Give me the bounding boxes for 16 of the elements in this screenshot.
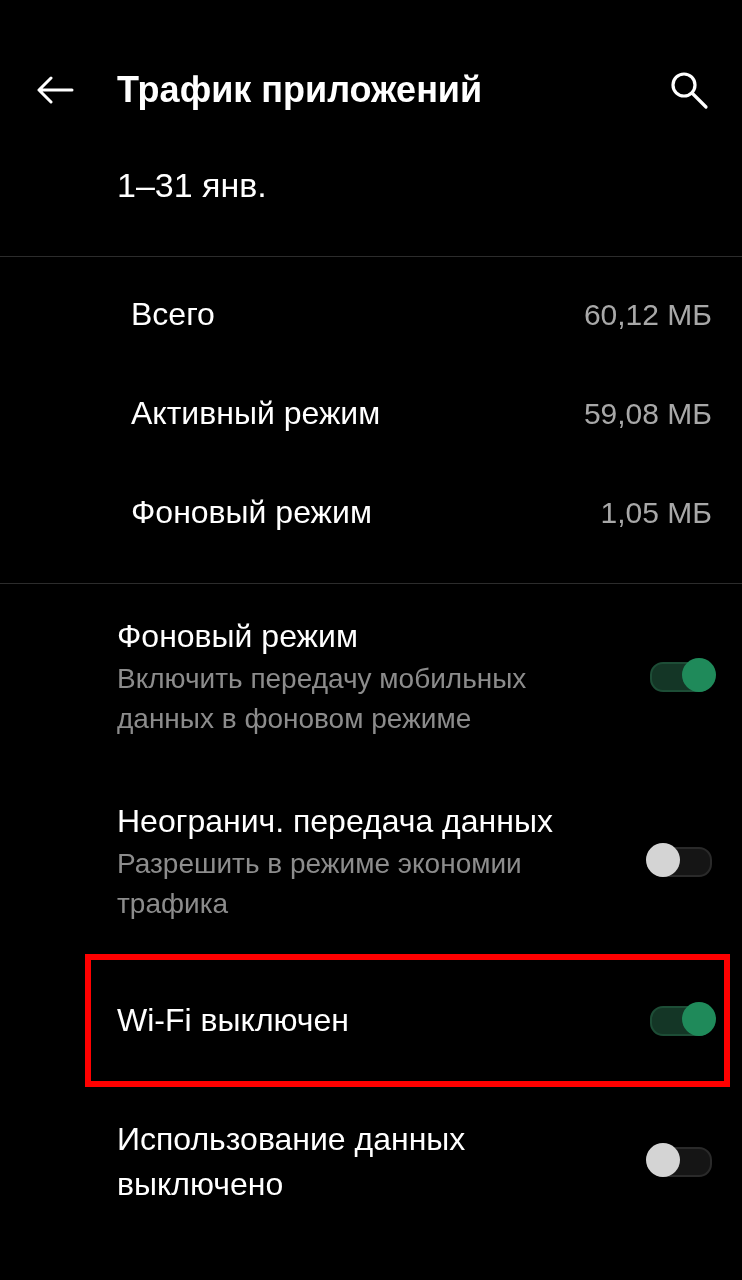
setting-title: Фоновый режим (117, 617, 359, 656)
page-title: Трафик приложений (117, 69, 484, 111)
date-range: 1–31 янв. (117, 165, 267, 205)
back-arrow-icon[interactable] (36, 76, 74, 104)
usage-value: 1,05 МБ (600, 495, 712, 530)
usage-value: 60,12 МБ (583, 297, 712, 332)
usage-label: Активный режим (131, 395, 381, 432)
setting-description: Разрешить в режиме экономии трафика (117, 847, 523, 921)
search-icon[interactable] (668, 69, 710, 111)
setting-title: Wi-Fi выключен (117, 1001, 350, 1040)
usage-label: Фоновый режим (131, 494, 372, 531)
usage-value: 59,08 МБ (583, 396, 712, 431)
setting-description: Включить передачу мобильных данных в фоновом режиме (117, 662, 528, 736)
setting-title: Использование данных выключено (117, 1120, 467, 1204)
setting-title: Неогранич. передача данных (117, 802, 554, 841)
usage-label: Всего (131, 296, 215, 333)
